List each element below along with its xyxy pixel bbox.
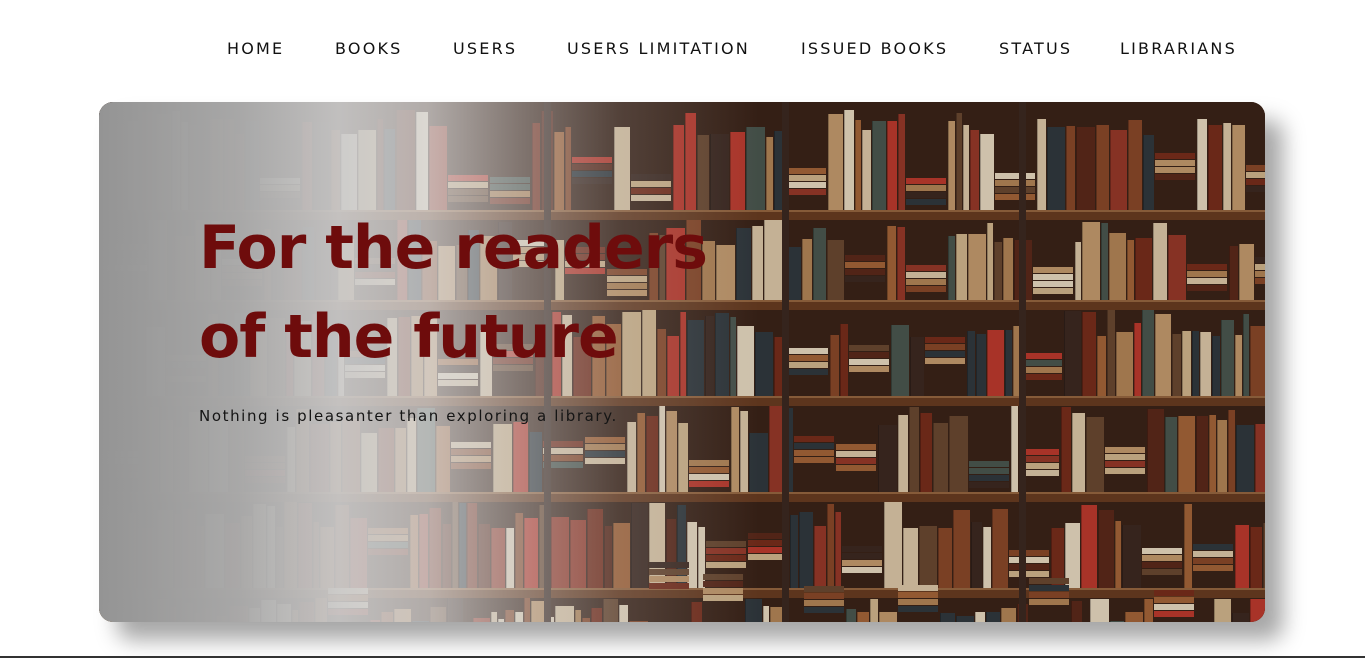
hero-banner: For the readers of the future Nothing is…	[99, 102, 1265, 622]
nav-status-link[interactable]: STATUS	[999, 39, 1072, 59]
nav-librarians-link[interactable]: LIBRARIANS	[1120, 39, 1237, 59]
nav-home-link[interactable]: HOME	[227, 39, 284, 59]
nav-users-link[interactable]: USERS	[453, 39, 517, 59]
hero-subtitle: Nothing is pleasanter than exploring a l…	[199, 407, 618, 425]
nav-books-link[interactable]: BOOKS	[335, 39, 403, 59]
hero-title-line-2: of the future	[199, 302, 619, 372]
hero-title: For the readers of the future	[199, 204, 799, 382]
nav-users-limitation-link[interactable]: USERS LIMITATION	[567, 39, 750, 59]
nav-issued-books-link[interactable]: ISSUED BOOKS	[801, 39, 948, 59]
main-nav: HOME BOOKS USERS USERS LIMITATION ISSUED…	[0, 0, 1365, 98]
hero-title-line-1: For the readers	[199, 213, 708, 283]
